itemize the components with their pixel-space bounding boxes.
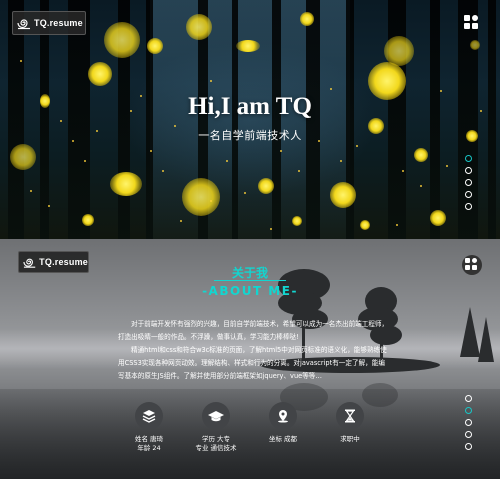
nav-dot-3[interactable] <box>465 179 472 186</box>
info-item-education: 学历 大专 专业 通信技术 <box>184 402 248 453</box>
hourglass-icon <box>345 409 355 423</box>
hero-title: Hi,I am TQ <box>188 93 312 120</box>
info-job-status: 求职中 <box>340 435 360 443</box>
nav-dot-2[interactable] <box>465 167 472 174</box>
section-nav-dots <box>465 155 473 215</box>
info-location: 坐标 成都 <box>268 435 298 443</box>
info-icon-circle <box>269 402 297 430</box>
nav-dot-4[interactable] <box>465 431 472 438</box>
nav-dot-2[interactable] <box>465 407 472 414</box>
about-title-en: -ABOUT ME- <box>202 284 298 298</box>
info-icon-circle <box>202 402 230 430</box>
info-age: 年龄 24 <box>137 444 161 452</box>
brand-name: TQ.resume <box>34 18 83 28</box>
section-nav-dots <box>465 395 473 455</box>
about-paragraph-2: 精通html和css和符合w3c标准的页面，了解html5中对网页标准的语义化，… <box>118 346 387 380</box>
info-item-status: 求职中 <box>318 402 382 444</box>
nav-dot-5[interactable] <box>465 443 472 450</box>
menu-grid-icon[interactable] <box>464 15 480 31</box>
location-pin-icon <box>278 410 288 423</box>
hero-section: TQ.resume Hi,I am TQ 一名自学前端技术人 <box>0 0 500 239</box>
nav-dot-4[interactable] <box>465 191 472 198</box>
info-icon-circle <box>135 402 163 430</box>
nav-dot-1[interactable] <box>465 395 472 402</box>
info-item-name-age: 姓名 唐琦 年龄 24 <box>117 402 181 453</box>
info-item-location: 坐标 成都 <box>251 402 315 444</box>
brand-logo[interactable]: TQ.resume <box>12 11 86 35</box>
info-degree: 学历 大专 <box>201 435 231 443</box>
info-name: 姓名 唐琦 <box>134 435 164 443</box>
about-section: TQ.resume 关于我 -ABOUT ME- 对于前端开发怀有强烈的兴趣，目… <box>0 239 500 479</box>
nav-dot-1[interactable] <box>465 155 472 162</box>
nav-dot-3[interactable] <box>465 419 472 426</box>
spiral-logo-icon <box>17 19 30 30</box>
layers-icon <box>142 410 156 423</box>
info-major: 专业 通信技术 <box>195 444 237 452</box>
info-icon-circle <box>336 402 364 430</box>
title-divider <box>214 280 286 281</box>
hero-subtitle: 一名自学前端技术人 <box>198 129 302 142</box>
graduation-cap-icon <box>208 411 224 422</box>
about-paragraph-1: 对于前端开发怀有强烈的兴趣，目前自学前端技术，希望可以成为一名杰出前端工程师，打… <box>118 320 389 341</box>
nav-dot-5[interactable] <box>465 203 472 210</box>
about-title-cn: 关于我 <box>231 266 268 280</box>
